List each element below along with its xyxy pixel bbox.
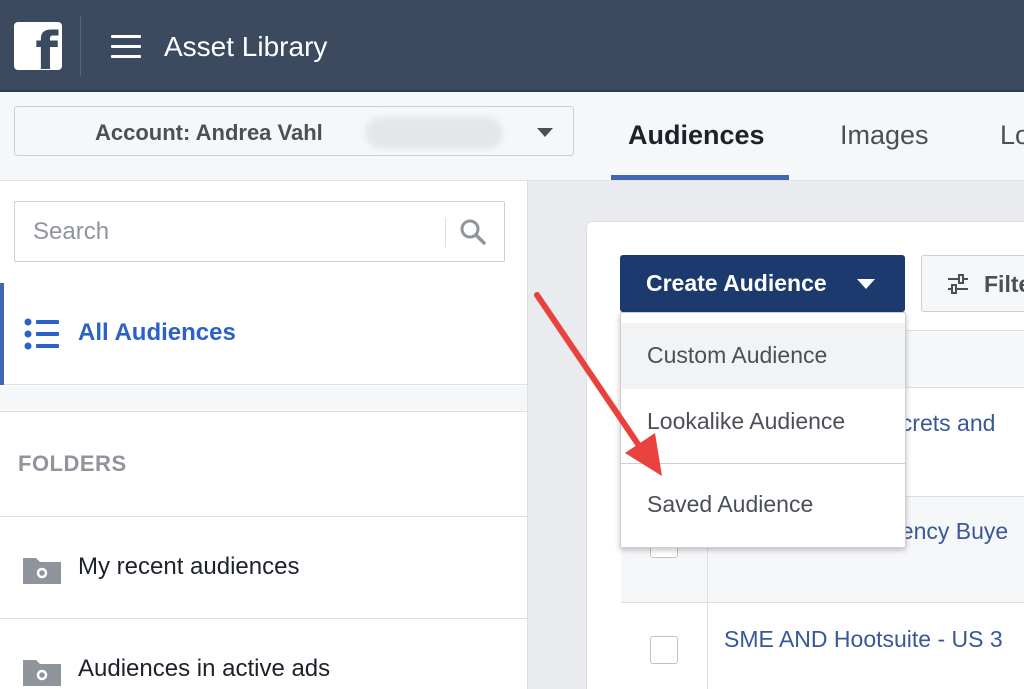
menu-item-label: Saved Audience bbox=[647, 491, 814, 517]
sub-header-bar: Account: Andrea Vahl Audiences Images Lo bbox=[0, 92, 1024, 181]
folder-gear-icon bbox=[23, 660, 61, 686]
active-item-indicator bbox=[0, 283, 4, 385]
folder-item-audiences-in-active-ads[interactable]: Audiences in active ads bbox=[0, 619, 527, 689]
menu-item-label: Lookalike Audience bbox=[647, 408, 846, 434]
list-icon bbox=[24, 318, 59, 350]
search-box bbox=[14, 201, 505, 262]
folder-label: My recent audiences bbox=[78, 553, 300, 580]
sidebar: All Audiences FOLDERS My recent audience… bbox=[0, 181, 528, 689]
redacted-account-id bbox=[365, 117, 503, 149]
folder-gear-icon bbox=[23, 558, 61, 584]
hamburger-menu-icon[interactable] bbox=[111, 33, 141, 59]
account-label: Account: Andrea Vahl bbox=[95, 120, 323, 145]
tab-audiences[interactable]: Audiences bbox=[628, 120, 765, 151]
row-checkbox[interactable] bbox=[650, 636, 678, 664]
top-bar: f Asset Library bbox=[0, 0, 1024, 92]
tab-images[interactable]: Images bbox=[840, 120, 929, 151]
folder-item-my-recent-audiences[interactable]: My recent audiences bbox=[0, 517, 527, 617]
audience-name-link[interactable]: SME AND Hootsuite - US 3 bbox=[724, 626, 1003, 653]
sidebar-item-all-audiences[interactable]: All Audiences bbox=[0, 283, 527, 385]
search-separator bbox=[445, 218, 446, 247]
active-tab-indicator bbox=[611, 175, 789, 180]
sliders-icon bbox=[948, 274, 968, 294]
app-title: Asset Library bbox=[164, 31, 328, 62]
facebook-logo-icon[interactable]: f bbox=[14, 22, 62, 70]
sidebar-item-label: All Audiences bbox=[78, 319, 236, 346]
folder-label: Audiences in active ads bbox=[78, 655, 331, 682]
folders-heading: FOLDERS bbox=[18, 451, 127, 476]
top-divider bbox=[80, 16, 81, 76]
search-icon[interactable] bbox=[459, 218, 487, 246]
section-gap bbox=[0, 386, 527, 412]
account-selector[interactable]: Account: Andrea Vahl bbox=[14, 106, 574, 156]
annotation-arrow-icon bbox=[534, 292, 662, 476]
tab-lo-partial[interactable]: Lo bbox=[1000, 120, 1024, 151]
filter-label: Filte bbox=[984, 271, 1024, 297]
caret-down-icon bbox=[857, 279, 875, 289]
chevron-down-icon bbox=[537, 128, 553, 137]
audience-name-link[interactable]: gency Buye bbox=[888, 518, 1008, 545]
search-input[interactable] bbox=[33, 202, 443, 261]
filter-button[interactable]: Filte bbox=[921, 255, 1024, 312]
